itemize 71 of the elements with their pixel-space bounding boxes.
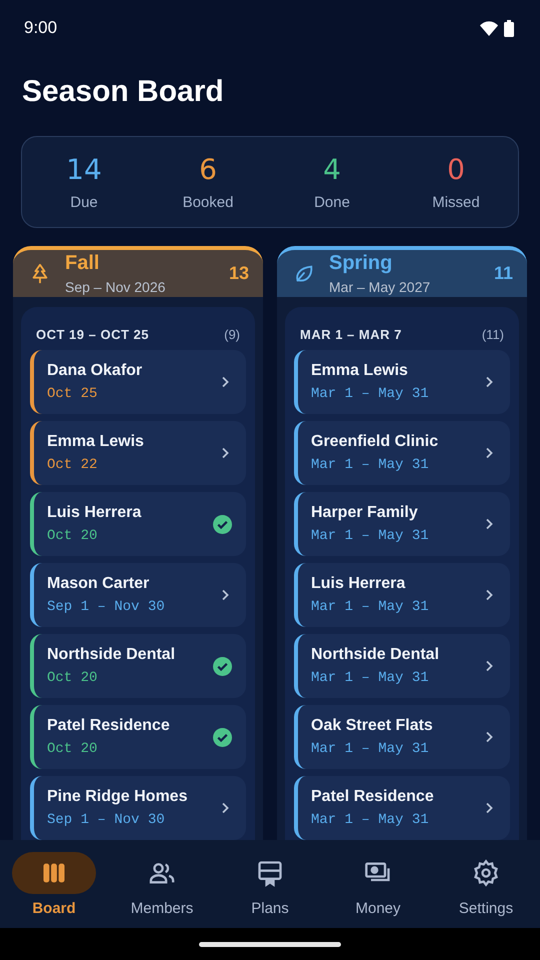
season-count: 11 [494, 263, 513, 284]
week-count: (11) [482, 327, 504, 342]
member-card[interactable]: Dana Okafor Oct 25 [30, 350, 246, 414]
page-title: Season Board [22, 74, 225, 110]
visit-date: Oct 20 [47, 741, 98, 757]
member-name: Oak Street Flats [311, 717, 434, 735]
member-name: Mason Carter [47, 575, 150, 593]
season-range: Sep – Nov 2026 [65, 279, 166, 295]
member-name: Luis Herrera [47, 504, 142, 522]
nav-tab[interactable]: Money [324, 840, 432, 928]
stat-label: Missed [432, 194, 480, 211]
status-time: 9:00 [24, 18, 58, 38]
visit-date: Oct 20 [47, 528, 98, 544]
visit-date: Mar 1 – May 31 [311, 457, 430, 473]
member-card[interactable]: Greenfield Clinic Mar 1 – May 31 [294, 421, 510, 485]
nav-tab[interactable]: Settings [432, 840, 540, 928]
stat-label: Booked [182, 194, 234, 211]
battery-icon [504, 20, 514, 36]
member-name: Patel Residence [311, 788, 435, 806]
card-icon [256, 858, 284, 886]
member-name: Greenfield Clinic [311, 433, 440, 451]
visit-date: Mar 1 – May 31 [311, 599, 430, 615]
member-card[interactable]: Harper Family Mar 1 – May 31 [294, 492, 510, 556]
member-card[interactable]: Patel Residence Oct 20 [30, 705, 246, 769]
stat-value: 6 [199, 153, 217, 186]
visit-date: Mar 1 – May 31 [311, 812, 430, 828]
season-name: Fall [65, 252, 100, 275]
member-name: Pine Ridge Homes [47, 788, 188, 806]
member-card[interactable]: Luis Herrera Oct 20 [30, 492, 246, 556]
settings-icon [472, 858, 500, 886]
season-range: Mar – May 2027 [329, 279, 432, 295]
stat-value: 14 [66, 153, 102, 186]
week-label: OCT 19 – OCT 25 [36, 327, 149, 342]
member-card[interactable]: Pine Ridge Homes Sep 1 – Nov 30 [30, 776, 246, 840]
week-label: MAR 1 – MAR 7 [300, 327, 402, 342]
member-card[interactable]: Emma Lewis Mar 1 – May 31 [294, 350, 510, 414]
season-count: 13 [228, 263, 249, 284]
member-card[interactable]: Emma Lewis Oct 22 [30, 421, 246, 485]
member-card[interactable]: Patel Residence Mar 1 – May 31 [294, 776, 510, 840]
member-name: Dana Okafor [47, 362, 144, 380]
member-name: Northside Dental [47, 646, 176, 664]
member-name: Northside Dental [311, 646, 440, 664]
visit-date: Mar 1 – May 31 [311, 670, 430, 686]
visit-date: Mar 1 – May 31 [311, 741, 430, 757]
wifi-icon [480, 20, 498, 36]
visit-date: Oct 25 [47, 386, 98, 402]
member-name: Emma Lewis [311, 362, 409, 380]
member-card[interactable]: Luis Herrera Mar 1 – May 31 [294, 563, 510, 627]
visit-date: Oct 22 [47, 457, 98, 473]
member-name: Harper Family [311, 504, 419, 522]
visit-date: Oct 20 [47, 670, 98, 686]
stat-label: Due [70, 194, 98, 211]
nav-tab[interactable]: Members [108, 840, 216, 928]
member-name: Emma Lewis [47, 433, 145, 451]
nav-tab[interactable]: Plans [216, 840, 324, 928]
nav-tab[interactable]: Board [0, 840, 108, 928]
member-name: Patel Residence [47, 717, 171, 735]
visit-date: Sep 1 – Nov 30 [47, 812, 166, 828]
member-card[interactable]: Oak Street Flats Mar 1 – May 31 [294, 705, 510, 769]
week-count: (9) [224, 327, 240, 342]
member-name: Luis Herrera [311, 575, 406, 593]
season-name: Spring [329, 252, 394, 275]
member-card[interactable]: Mason Carter Sep 1 – Nov 30 [30, 563, 246, 627]
visit-date: Mar 1 – May 31 [311, 528, 430, 544]
visit-date: Mar 1 – May 31 [311, 386, 430, 402]
member-card[interactable]: Northside Dental Mar 1 – May 31 [294, 634, 510, 698]
stat-value: 4 [323, 153, 341, 186]
member-card[interactable]: Northside Dental Oct 20 [30, 634, 246, 698]
stat-label: Done [314, 194, 350, 211]
stat-value: 0 [447, 153, 465, 186]
visit-date: Sep 1 – Nov 30 [47, 599, 166, 615]
